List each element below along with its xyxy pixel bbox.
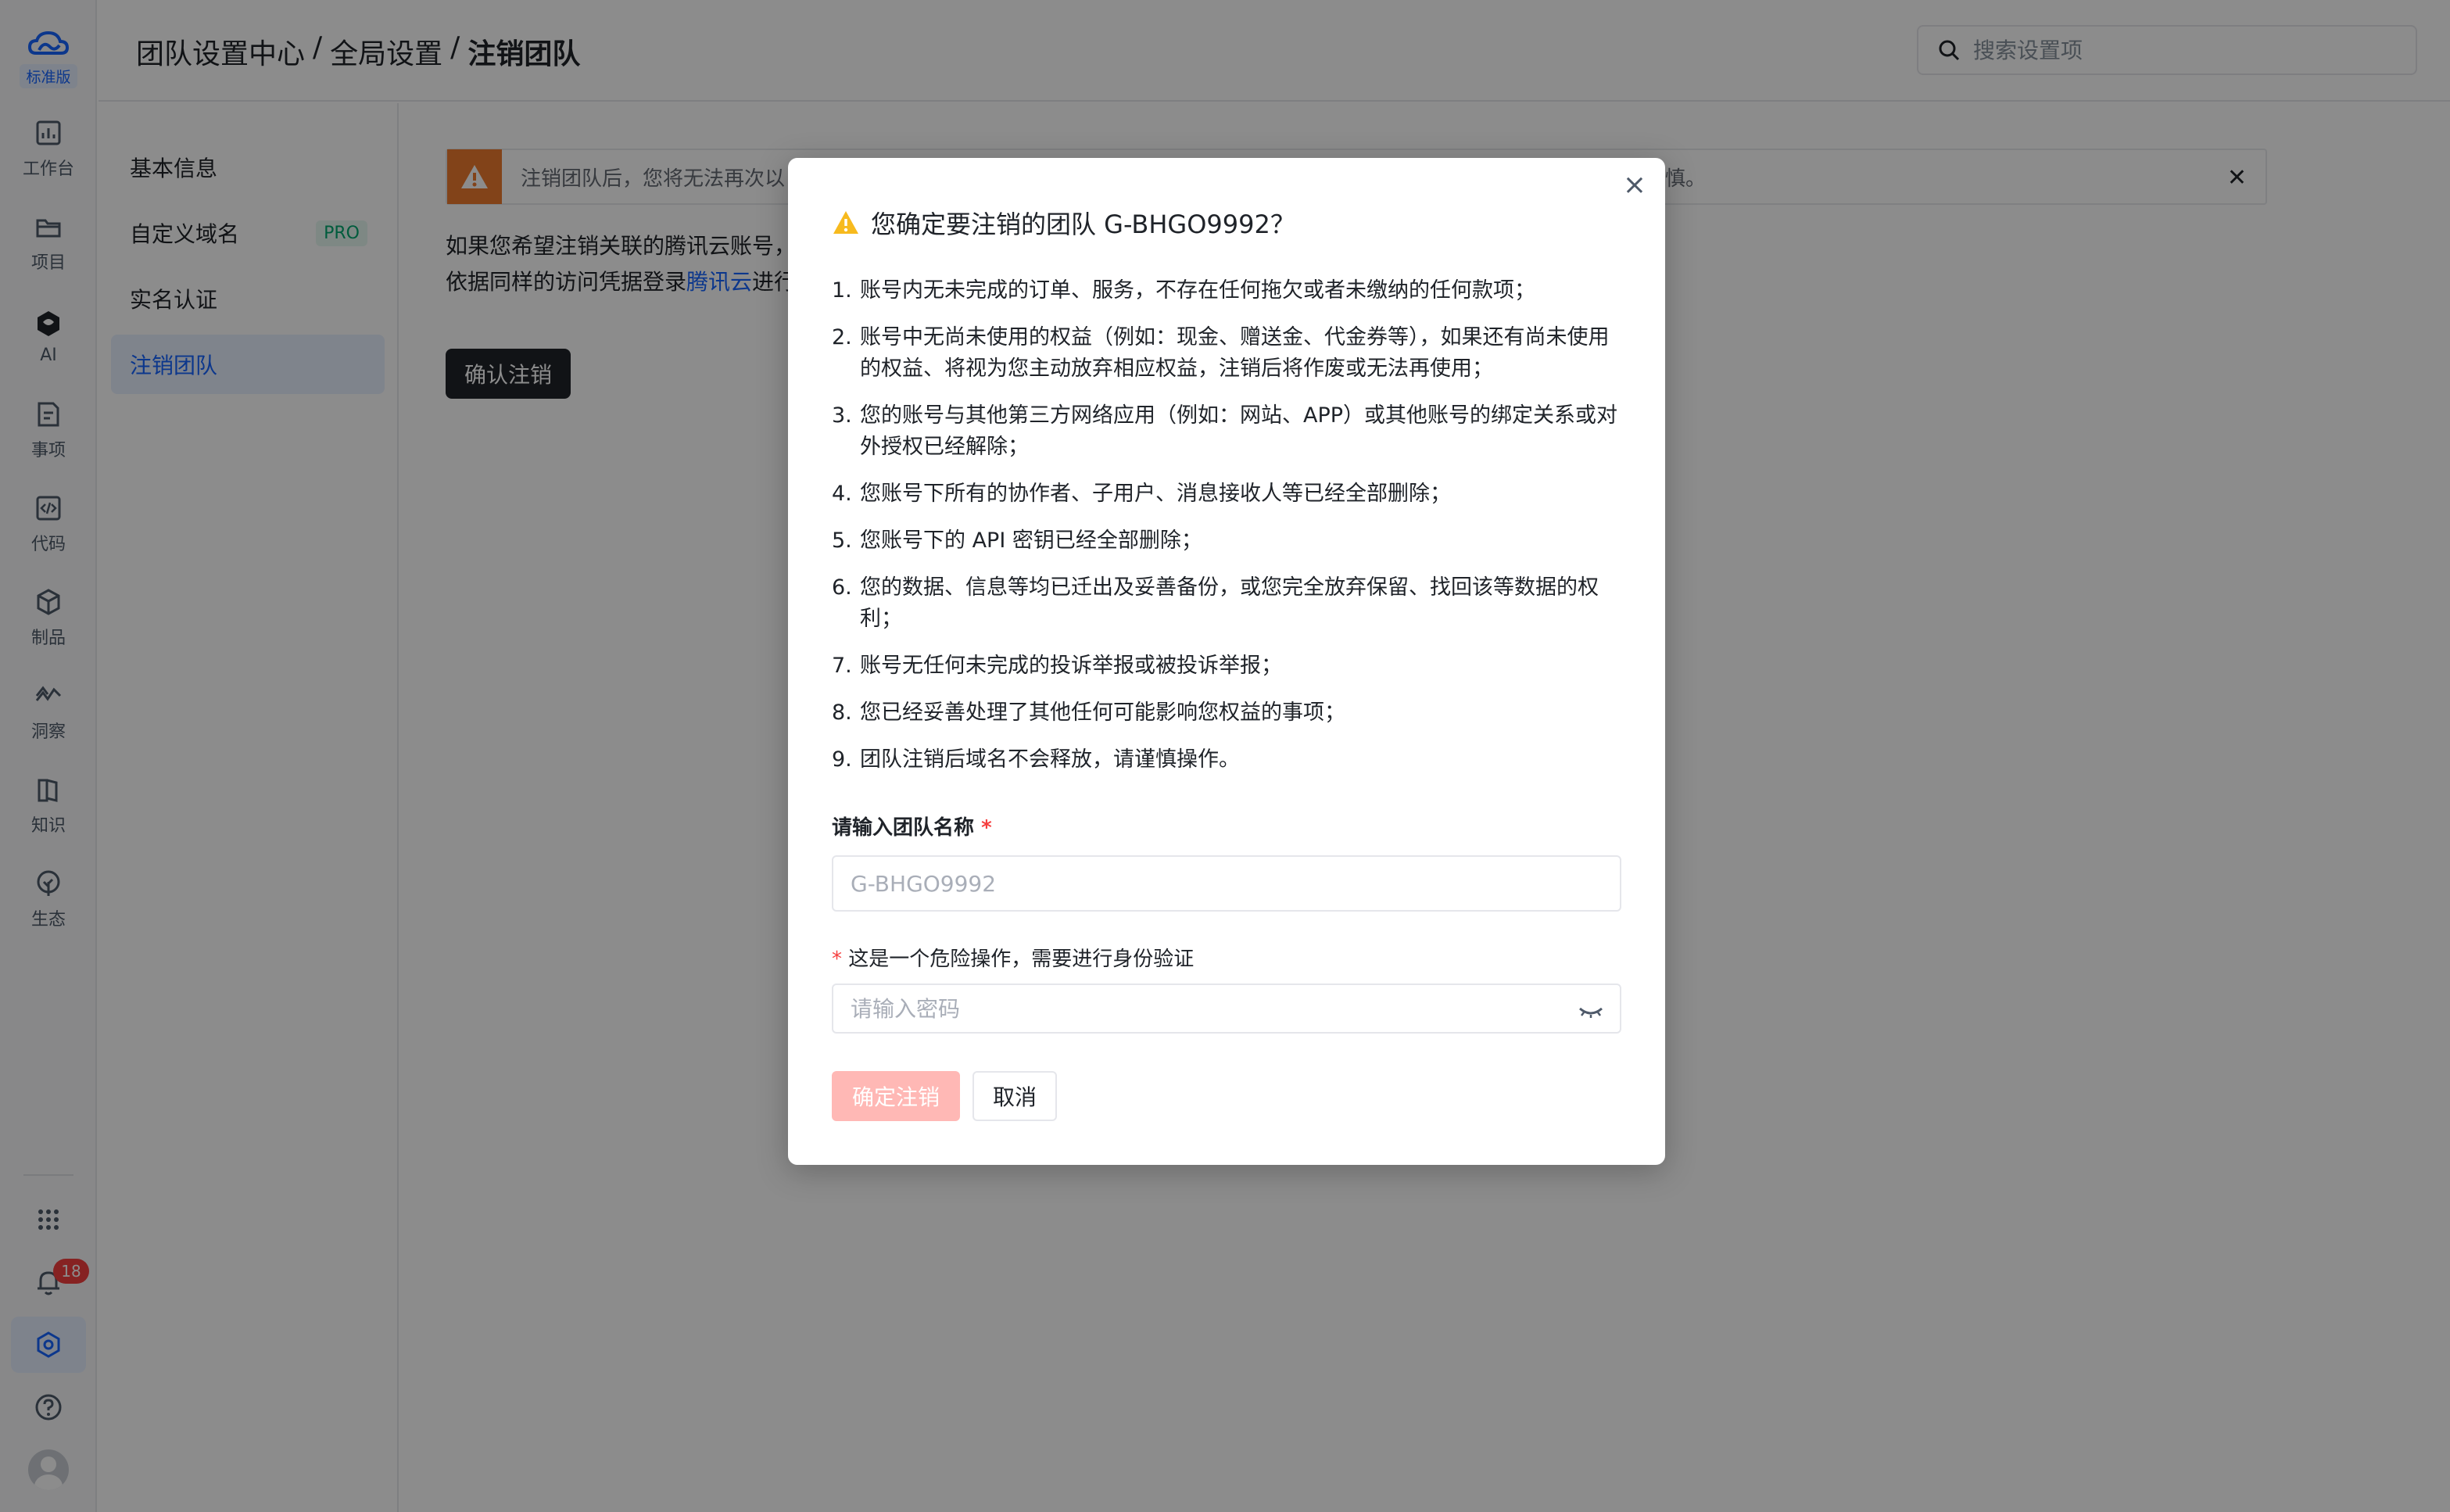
warning-icon [833,211,858,234]
deactivation-conditions: 1. 账号内无未完成的订单、服务，不存在任何拖欠或者未缴纳的任何款项； 2. 账号中… [832,275,1629,791]
list-item: 4. 您账号下所有的协作者、子用户、消息接收人等已经全部删除； [832,482,1451,506]
list-item: 6. 您的数据、信息等均已迁出及妥善备份，或您完全放弃保留、找回该等数据的权利； [832,575,1599,631]
list-item: 3. 您的账号与其他第三方网络应用（例如：网站、APP）或其他账号的绑定关系或对外… [832,403,1618,459]
team-name-input[interactable] [832,855,1621,912]
list-item: 5. 您账号下的 API 密钥已经全部删除； [832,528,1202,553]
verify-label: * 这是一个危险操作，需要进行身份验证 [832,948,1195,971]
team-name-label: 请输入团队名称 * [832,816,992,840]
eye-closed-icon[interactable] [1578,1002,1604,1021]
dialog-title: 您确定要注销的团队 G-BHGO9992？ [832,205,1295,241]
list-item: 7. 账号无任何未完成的投诉举报或被投诉举报； [832,654,1282,678]
close-icon[interactable]: × [1623,169,1646,201]
password-input[interactable] [832,984,1621,1034]
confirm-deactivate-dialog-button[interactable]: 确定注销 [832,1071,960,1121]
cancel-button[interactable]: 取消 [972,1071,1057,1121]
deactivate-team-dialog: × 您确定要注销的团队 G-BHGO9992？ 1. 账号内无未完成的订单、服务，… [788,158,1665,1165]
list-item: 8. 您已经妥善处理了其他任何可能影响您权益的事项； [832,700,1345,725]
list-item: 9. 团队注销后域名不会释放，请谨慎操作。 [832,747,1240,772]
list-item: 1. 账号内无未完成的订单、服务，不存在任何拖欠或者未缴纳的任何款项； [832,278,1535,303]
list-item: 2. 账号中无尚未使用的权益（例如：现金、赠送金、代金券等），如果还有尚未使用的权… [832,325,1610,381]
